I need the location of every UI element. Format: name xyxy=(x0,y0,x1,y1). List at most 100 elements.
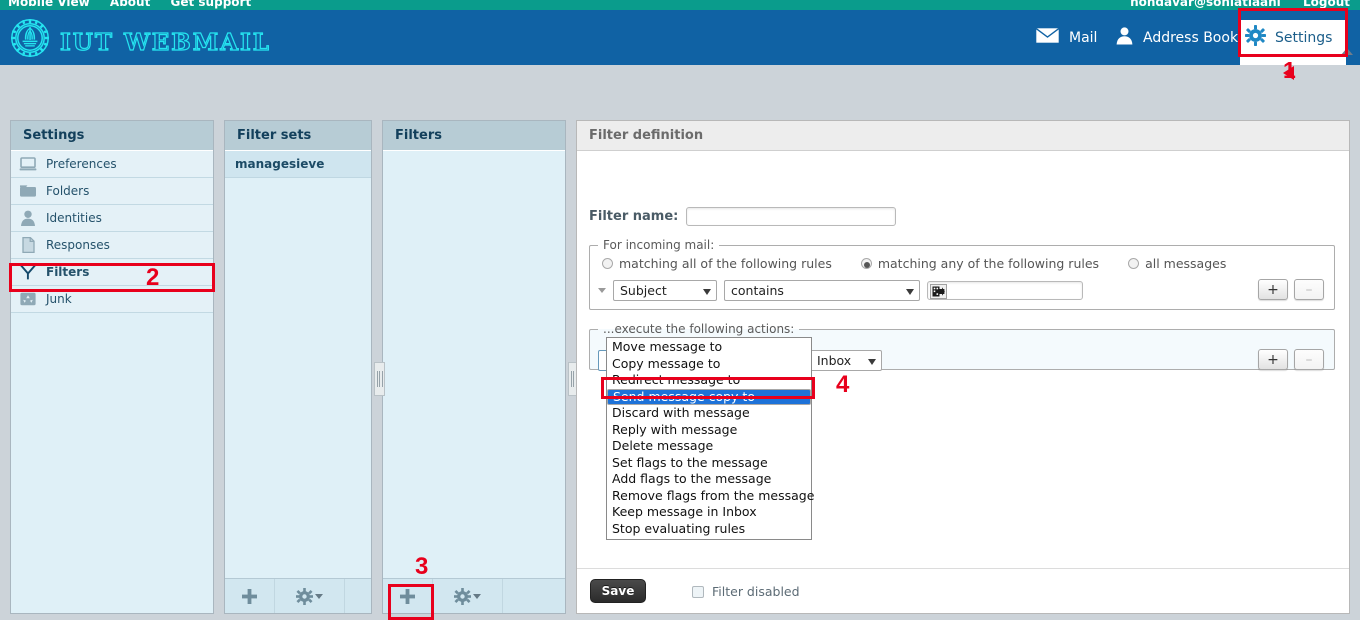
plus-icon xyxy=(241,588,258,605)
link-about[interactable]: About xyxy=(110,0,150,9)
incoming-mail-fieldset: For incoming mail: matching all of the f… xyxy=(589,238,1335,310)
annotation-box-2 xyxy=(9,263,215,292)
filter-actions-button[interactable] xyxy=(433,579,503,613)
chevron-down-icon xyxy=(473,593,481,599)
chevron-down-icon xyxy=(906,288,914,295)
link-mobile-view[interactable]: Mobile View xyxy=(8,0,90,9)
option-discard-with-message[interactable]: Discard with message xyxy=(607,405,811,422)
option-copy-message-to[interactable]: Copy message to xyxy=(607,356,811,373)
folder-icon xyxy=(19,182,37,200)
rule-header-select-value: Subject xyxy=(620,283,667,298)
annotation-number-4: 4 xyxy=(836,371,850,398)
radio-match-any[interactable] xyxy=(860,258,872,269)
filter-name-input[interactable] xyxy=(686,207,897,226)
option-set-flags[interactable]: Set flags to the message xyxy=(607,455,811,472)
envelope-icon xyxy=(1035,27,1060,48)
radio-match-all[interactable] xyxy=(602,258,613,269)
filter-sets-title: Filter sets xyxy=(225,121,371,151)
settings-sidebar: Settings Preferences Folders Identities xyxy=(10,120,214,614)
add-filter-set-button[interactable] xyxy=(225,579,275,613)
actions-legend: ...execute the following actions: xyxy=(603,322,795,336)
app-title: IUT WEBMAIL xyxy=(59,28,271,56)
nav-item-address-book[interactable]: Address Book xyxy=(1115,10,1238,65)
filter-disabled-label: Filter disabled xyxy=(712,584,800,599)
nav-item-address-book-label: Address Book xyxy=(1143,29,1239,46)
chevron-down-icon xyxy=(868,358,876,365)
sidebar-item-responses[interactable]: Responses xyxy=(11,232,213,259)
remove-rule-button[interactable]: – xyxy=(1294,279,1324,300)
sidebar-item-identities-label: Identities xyxy=(46,210,102,225)
rule-value-input[interactable] xyxy=(927,281,1083,300)
filters-panel: Filters xyxy=(382,120,566,614)
annotation-number-2: 2 xyxy=(146,264,160,291)
person-icon xyxy=(1115,26,1134,49)
chevron-down-icon[interactable] xyxy=(598,288,606,293)
option-stop-evaluating-rules[interactable]: Stop evaluating rules xyxy=(607,521,811,538)
option-reply-with-message[interactable]: Reply with message xyxy=(607,422,811,439)
iut-logo-icon xyxy=(10,18,50,58)
add-rule-button[interactable]: + xyxy=(1258,279,1288,300)
filter-disabled-checkbox[interactable] xyxy=(692,585,704,598)
sidebar-item-responses-label: Responses xyxy=(46,237,110,252)
annotation-box-4 xyxy=(601,377,815,399)
chevron-down-icon xyxy=(703,288,711,295)
rule-operator-select[interactable]: contains xyxy=(724,280,920,301)
rule-row: Subject contains xyxy=(598,280,1083,301)
taskbar-left-links: Mobile View About Get support xyxy=(8,0,267,9)
rule-header-select[interactable]: Subject xyxy=(613,280,717,301)
action-folder-select[interactable]: Inbox xyxy=(810,350,882,371)
recycle-icon xyxy=(19,290,37,308)
radio-match-any-label: matching any of the following rules xyxy=(877,256,1100,271)
save-button[interactable]: Save xyxy=(590,579,646,603)
sidebar-item-folders[interactable]: Folders xyxy=(11,178,213,205)
nav-item-mail[interactable]: Mail xyxy=(1035,10,1097,65)
add-action-button[interactable]: + xyxy=(1258,349,1288,370)
radio-all-messages[interactable] xyxy=(1128,258,1140,269)
option-remove-flags[interactable]: Remove flags from the message xyxy=(607,488,814,505)
filter-name-row: Filter name: xyxy=(589,207,897,226)
insert-variable-icon[interactable] xyxy=(930,284,947,299)
column-splitter-1[interactable] xyxy=(374,362,385,396)
option-delete-message[interactable]: Delete message xyxy=(607,438,811,455)
gear-icon xyxy=(296,587,313,605)
rule-operator-select-value: contains xyxy=(731,283,784,298)
filter-sets-footer xyxy=(225,578,371,613)
gear-icon xyxy=(454,587,471,605)
radio-match-all-label: matching all of the following rules xyxy=(619,256,832,271)
action-type-dropdown-list[interactable]: Move message to Copy message to Redirect… xyxy=(606,337,814,540)
option-move-message-to[interactable]: Move message to xyxy=(607,339,811,356)
chevron-down-icon xyxy=(315,593,323,599)
filter-definition-title: Filter definition xyxy=(577,121,1349,151)
sidebar-item-identities[interactable]: Identities xyxy=(11,205,213,232)
incoming-mail-legend: For incoming mail: xyxy=(603,238,715,252)
action-add-remove-group: + – xyxy=(1258,349,1324,370)
filter-disabled-row[interactable]: Filter disabled xyxy=(692,584,800,599)
filter-name-label: Filter name: xyxy=(589,209,679,224)
annotation-number-3: 3 xyxy=(415,553,429,580)
person-icon xyxy=(19,209,37,227)
annotation-number-1: 1 xyxy=(1283,57,1296,83)
link-get-support[interactable]: Get support xyxy=(171,0,252,9)
radio-all-messages-label: all messages xyxy=(1145,256,1227,271)
option-keep-message-in-inbox[interactable]: Keep message in Inbox xyxy=(607,504,811,521)
nav-item-mail-label: Mail xyxy=(1069,29,1098,46)
sidebar-item-preferences-label: Preferences xyxy=(46,156,117,171)
annotation-box-3 xyxy=(388,584,434,620)
settings-sidebar-title: Settings xyxy=(11,121,213,151)
action-folder-select-value: Inbox xyxy=(817,353,852,368)
rule-add-remove-group: + – xyxy=(1258,279,1324,300)
sidebar-item-folders-label: Folders xyxy=(46,183,90,198)
filters-title: Filters xyxy=(383,121,565,151)
option-add-flags[interactable]: Add flags to the message xyxy=(607,471,811,488)
rule-value-wrapper xyxy=(927,281,1083,300)
sidebar-item-preferences[interactable]: Preferences xyxy=(11,151,213,178)
browser-taskbar: Mobile View About Get support nohdavar@s… xyxy=(0,0,1360,10)
filter-sets-panel: Filter sets managesieve xyxy=(224,120,372,614)
remove-action-button[interactable]: – xyxy=(1294,349,1324,370)
incoming-mail-radio-group: matching all of the following rules matc… xyxy=(602,256,1226,271)
annotation-box-1 xyxy=(1238,8,1348,57)
filter-definition-footer: Save Filter disabled xyxy=(577,568,1349,613)
filter-set-row-managesieve[interactable]: managesieve xyxy=(225,151,371,178)
filter-set-actions-button[interactable] xyxy=(275,579,345,613)
app-header: IUT WEBMAIL Mail Address Book Settings xyxy=(0,10,1360,65)
